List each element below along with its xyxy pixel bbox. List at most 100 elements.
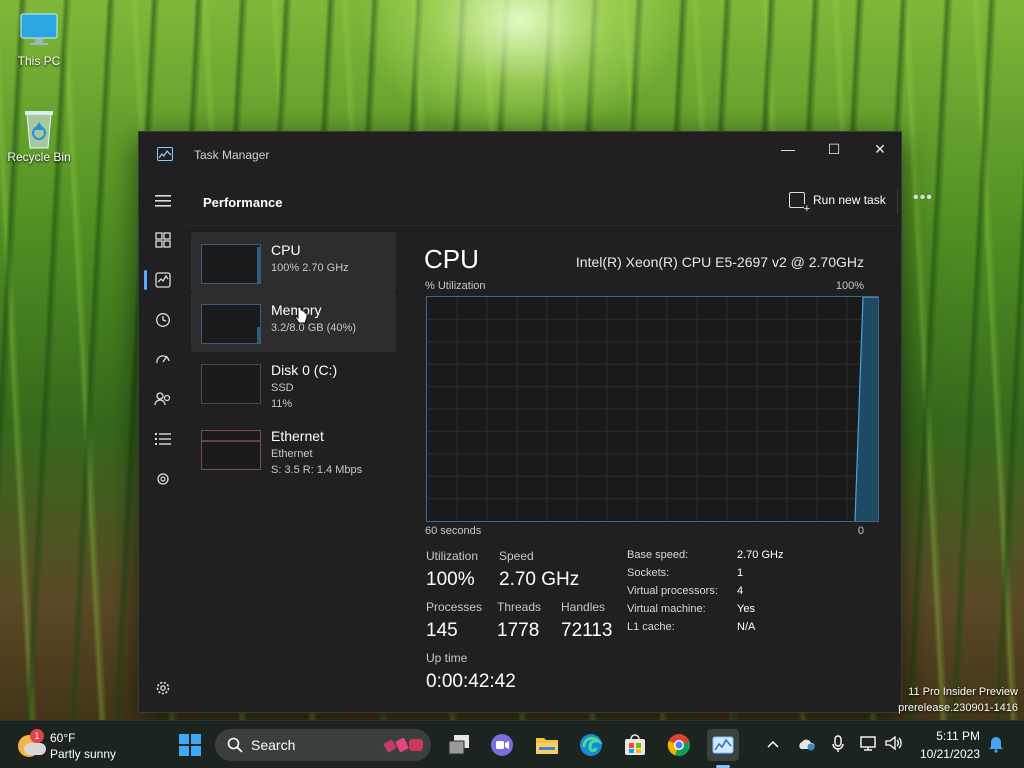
cpu-utilization-graph [426, 296, 879, 522]
memory-thumbnail-graph [201, 304, 261, 344]
processes-label: Processes [426, 600, 483, 614]
device-item-cpu[interactable]: CPU 100% 2.70 GHz [191, 232, 396, 292]
run-task-icon [789, 192, 810, 214]
threads-label: Threads [497, 600, 542, 614]
cloud-icon [24, 743, 46, 755]
speed-label: Speed [499, 549, 534, 563]
users-icon[interactable] [148, 384, 178, 414]
mouse-cursor-icon [294, 306, 308, 333]
ethernet-thumbnail-graph [201, 430, 261, 470]
search-highlight-icon [383, 738, 423, 753]
file-explorer-icon[interactable] [531, 729, 563, 761]
os-build-watermark-line2: prerelease.230901-1416 [898, 702, 1018, 714]
taskbar-search-box[interactable]: Search [215, 729, 431, 761]
spec-value: 2.70 GHz [737, 549, 784, 561]
device-item-ethernet[interactable]: Ethernet Ethernet S: 3.5 R: 1.4 Mbps [191, 418, 396, 478]
spec-value: Yes [737, 603, 755, 615]
desktop-icon-label: This PC [17, 54, 61, 68]
spec-key: Virtual machine: [627, 603, 706, 615]
speed-value: 2.70 GHz [499, 569, 580, 590]
edge-browser-icon[interactable] [575, 729, 607, 761]
search-label: Search [251, 737, 296, 753]
spec-key: Base speed: [627, 549, 689, 561]
close-button[interactable]: ✕ [857, 134, 903, 164]
page-header: Performance Run new task ••• [187, 178, 932, 226]
time-axis-right-label: 0 [857, 525, 864, 537]
teams-chat-icon[interactable] [486, 729, 518, 761]
network-icon[interactable] [860, 735, 878, 754]
startup-apps-icon[interactable] [148, 344, 178, 374]
uptime-value: 0:00:42:42 [426, 671, 516, 692]
spec-key: Virtual processors: [627, 585, 718, 597]
header-divider [897, 188, 898, 214]
weather-widget[interactable]: 1 60°F Partly sunny [14, 729, 134, 761]
os-build-watermark-line1: 11 Pro Insider Preview [908, 686, 1018, 698]
cpu-performance-panel: CPU Intel(R) Xeon(R) CPU E5-2697 v2 @ 2.… [424, 232, 884, 702]
device-detail-2: S: 3.5 R: 1.4 Mbps [271, 464, 363, 476]
handles-value: 72113 [561, 620, 613, 641]
device-item-disk[interactable]: Disk 0 (C:) SSD 11% [191, 352, 396, 412]
task-manager-app-icon [157, 147, 173, 161]
microphone-icon[interactable] [832, 735, 844, 756]
performance-icon[interactable] [148, 265, 178, 295]
window-title: Task Manager [194, 148, 270, 162]
device-detail-2: 11% [271, 398, 293, 410]
desktop-icon-recycle-bin[interactable]: Recycle Bin [6, 106, 72, 164]
threads-value: 1778 [497, 620, 540, 641]
notification-badge: 1 [30, 729, 44, 743]
device-name: CPU [271, 242, 301, 258]
processes-value: 145 [426, 620, 458, 641]
volume-icon[interactable] [885, 735, 903, 754]
run-new-task-label: Run new task [813, 193, 886, 207]
maximize-button[interactable]: ☐ [811, 134, 857, 164]
weather-condition: Partly sunny [50, 747, 117, 761]
spec-value: N/A [737, 621, 756, 633]
clock-date: 10/21/2023 [919, 747, 980, 761]
time-axis-left-label: 60 seconds [425, 525, 482, 537]
device-list: CPU 100% 2.70 GHz Memory 3.2/8.0 GB (40%… [191, 232, 396, 478]
utilization-axis-label: % Utilization [425, 280, 486, 292]
utilization-label: Utilization [426, 549, 479, 563]
monitor-icon [19, 10, 59, 50]
utilization-value: 100% [426, 569, 475, 590]
clock-time: 5:11 PM [936, 729, 980, 743]
microsoft-store-icon[interactable] [619, 729, 651, 761]
nav-active-indicator [144, 270, 147, 290]
uptime-label: Up time [426, 651, 468, 665]
task-manager-window: Task Manager — ☐ ✕ Performance + Run new… [138, 131, 932, 713]
chrome-browser-icon[interactable] [663, 729, 695, 761]
spec-key: Sockets: [627, 567, 670, 579]
handles-label: Handles [561, 600, 606, 614]
cpu-thumbnail-graph [201, 244, 261, 284]
processes-icon[interactable] [148, 225, 178, 255]
desktop-icon-label: Recycle Bin [7, 150, 71, 164]
spec-value: 1 [737, 567, 744, 579]
services-icon[interactable] [148, 464, 178, 494]
device-detail: 3.2/8.0 GB (40%) [271, 322, 356, 334]
desktop-icon-this-pc[interactable]: This PC [6, 10, 72, 68]
task-manager-taskbar-icon[interactable] [707, 729, 739, 761]
show-hidden-icons-chevron-icon[interactable] [767, 735, 779, 751]
app-history-icon[interactable] [148, 305, 178, 335]
start-button[interactable] [174, 729, 206, 761]
more-options-button[interactable]: ••• [913, 189, 933, 207]
taskbar-clock[interactable]: 5:11 PM 10/21/2023 [918, 729, 980, 761]
device-item-memory[interactable]: Memory 3.2/8.0 GB (40%) [191, 292, 396, 352]
hamburger-menu-icon[interactable] [148, 186, 178, 216]
utilization-max-label: 100% [835, 280, 864, 292]
weather-temperature: 60°F [50, 731, 76, 745]
task-view-icon[interactable] [443, 729, 475, 761]
details-icon[interactable] [148, 424, 178, 454]
device-name: Ethernet [271, 428, 324, 444]
device-detail: 100% 2.70 GHz [271, 262, 349, 274]
settings-gear-icon[interactable] [148, 673, 178, 703]
disk-thumbnail-graph [201, 364, 261, 404]
minimize-button[interactable]: — [765, 134, 811, 164]
nav-rail [139, 178, 187, 713]
cpu-model-name: Intel(R) Xeon(R) CPU E5-2697 v2 @ 2.70GH… [575, 254, 864, 270]
title-bar[interactable]: Task Manager — ☐ ✕ [139, 132, 901, 178]
onedrive-icon[interactable] [796, 737, 816, 754]
page-title: Performance [203, 195, 283, 210]
run-new-task-button[interactable]: Run new task [789, 192, 886, 214]
notification-bell-icon[interactable] [988, 735, 1004, 756]
